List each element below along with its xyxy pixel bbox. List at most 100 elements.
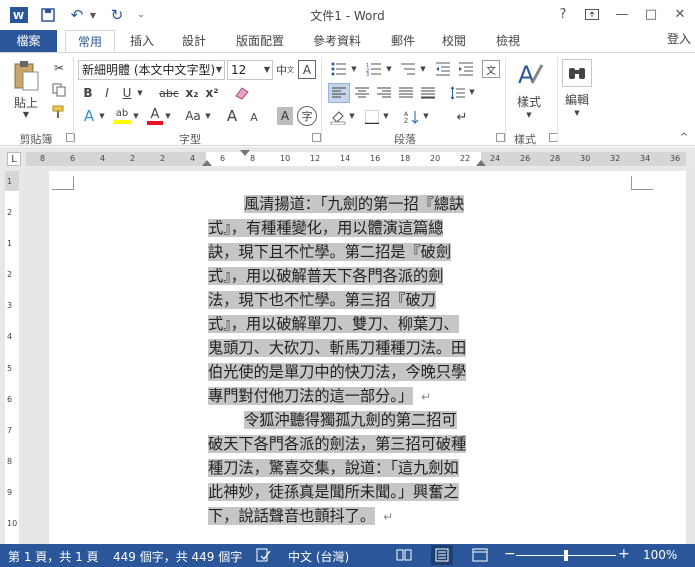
left-indent-marker[interactable]: [202, 160, 212, 166]
right-indent-marker[interactable]: [476, 160, 486, 166]
bullets-icon[interactable]: [329, 60, 349, 78]
format-painter-icon[interactable]: [50, 104, 68, 120]
phonetic-guide-icon[interactable]: 中文: [276, 61, 294, 79]
shrink-font-button[interactable]: A: [247, 109, 261, 125]
borders-icon[interactable]: [362, 107, 382, 127]
underline-dropdown-icon[interactable]: ▼: [136, 87, 144, 99]
superscript-button[interactable]: x²: [204, 84, 220, 102]
tab-design[interactable]: 設計: [172, 30, 216, 52]
align-left-button[interactable]: [328, 83, 350, 103]
tab-home[interactable]: 常用: [65, 30, 115, 54]
align-center-button[interactable]: [352, 83, 372, 103]
sign-in-link[interactable]: 登入: [664, 28, 694, 50]
zoom-slider-thumb[interactable]: [564, 550, 568, 561]
bullets-dropdown-icon[interactable]: ▼: [350, 64, 358, 74]
document-line[interactable]: 此神妙，徒孫真是聞所未聞。」興奮之: [208, 480, 480, 504]
sort-icon[interactable]: AZ: [402, 107, 422, 127]
font-color-button[interactable]: A: [146, 107, 164, 125]
vertical-ruler[interactable]: 1 2 1 2 3 4 5 6 7 8 9 10: [0, 171, 22, 544]
justify-button[interactable]: [396, 83, 416, 103]
proofing-icon[interactable]: [255, 547, 271, 566]
word-count[interactable]: 449 個字，共 449 個字: [113, 548, 242, 565]
multilevel-list-icon[interactable]: [398, 60, 418, 78]
italic-button[interactable]: I: [100, 84, 114, 102]
borders-dropdown-icon[interactable]: ▼: [382, 111, 390, 121]
highlight-dropdown-icon[interactable]: ▼: [132, 111, 140, 121]
copy-icon[interactable]: [50, 82, 68, 98]
paragraph-launcher-icon[interactable]: [496, 133, 505, 142]
document-line[interactable]: 式』，用以破解單刀、雙刀、柳葉刀、: [208, 312, 480, 336]
decrease-indent-icon[interactable]: [433, 60, 453, 78]
show-hide-marks-icon[interactable]: ↵: [452, 107, 472, 127]
tab-mailings[interactable]: 郵件: [381, 30, 425, 52]
shading-icon[interactable]: [328, 107, 348, 127]
paste-label[interactable]: 貼上: [8, 94, 44, 110]
document-line[interactable]: 令狐沖聽得獨孤九劍的第二招可: [208, 408, 480, 432]
horizontal-ruler[interactable]: L 8 6 4 2 2 4 6 8 10 12 14 16 18 20 22 24 26 28 30 32 34 36: [0, 147, 695, 171]
change-case-dropdown-icon[interactable]: ▼: [204, 111, 212, 121]
text-effects-icon[interactable]: A: [80, 107, 98, 125]
font-launcher-icon[interactable]: [312, 133, 321, 142]
cut-icon[interactable]: ✂: [50, 60, 68, 76]
paste-icon[interactable]: [11, 59, 41, 93]
print-layout-icon[interactable]: [431, 545, 453, 565]
shading-dropdown-icon[interactable]: ▼: [348, 111, 356, 121]
web-layout-icon[interactable]: [472, 547, 488, 566]
sort-dropdown-icon[interactable]: ▼: [422, 111, 430, 121]
multilevel-dropdown-icon[interactable]: ▼: [419, 64, 427, 74]
character-border-icon[interactable]: A: [298, 60, 316, 79]
enclose-characters-icon[interactable]: 字: [297, 106, 317, 126]
minimize-button[interactable]: —: [609, 3, 635, 25]
font-size-combobox[interactable]: 12 ▼: [227, 60, 273, 80]
numbering-dropdown-icon[interactable]: ▼: [385, 64, 393, 74]
tab-references[interactable]: 參考資料: [304, 30, 370, 52]
document-line[interactable]: 種刀法，驚喜交集，說道：「這九劍如: [208, 456, 480, 480]
subscript-button[interactable]: x₂: [184, 84, 200, 102]
paste-dropdown-icon[interactable]: ▼: [20, 109, 32, 119]
help-button[interactable]: ?: [550, 3, 576, 25]
document-line[interactable]: 伯光使的是單刀中的快刀法，今晚只學: [208, 360, 480, 384]
text-effects-dropdown-icon[interactable]: ▼: [98, 111, 106, 121]
ribbon-display-options-icon[interactable]: [579, 3, 605, 25]
language-indicator[interactable]: 中文 (台灣): [288, 548, 349, 565]
document-body[interactable]: 風清揚道：「九劍的第一招『總訣 式』，有種種變化，用以體演這篇總 訣，現下且不忙學。…: [208, 192, 480, 528]
font-name-combobox[interactable]: 新細明體 (本文中文字型) ▼: [78, 60, 225, 80]
change-case-button[interactable]: Aa: [180, 107, 206, 125]
document-line[interactable]: 式』，用以破解普天下各門各派的劍: [208, 264, 480, 288]
styles-label[interactable]: 樣式: [511, 93, 547, 109]
chinese-layout-icon[interactable]: 文: [482, 60, 500, 78]
tab-layout[interactable]: 版面配置: [228, 30, 292, 52]
tab-view[interactable]: 檢視: [486, 30, 530, 52]
align-right-button[interactable]: [374, 83, 394, 103]
first-line-indent-marker[interactable]: [240, 150, 250, 156]
editing-label[interactable]: 編輯: [558, 91, 596, 107]
highlight-button[interactable]: ab: [112, 107, 132, 125]
strikethrough-button[interactable]: abc: [158, 84, 180, 102]
numbering-icon[interactable]: 123: [364, 60, 384, 78]
read-mode-icon[interactable]: [396, 547, 412, 566]
tab-file[interactable]: 檔案: [0, 30, 57, 53]
zoom-in-button[interactable]: +: [618, 546, 630, 562]
increase-indent-icon[interactable]: [456, 60, 476, 78]
editing-binoculars-icon[interactable]: [562, 59, 592, 87]
zoom-out-button[interactable]: −: [504, 546, 516, 562]
underline-button[interactable]: U: [118, 84, 136, 102]
bold-button[interactable]: B: [80, 84, 96, 102]
tab-review[interactable]: 校閱: [432, 30, 476, 52]
grow-font-button[interactable]: A: [225, 106, 239, 126]
document-line[interactable]: 鬼頭刀、大砍刀、斬馬刀種種刀法。田: [208, 336, 480, 360]
document-line[interactable]: 法，現下也不忙學。第三招『破刀: [208, 288, 480, 312]
document-line[interactable]: 下，說話聲音也顫抖了。 ↵: [208, 504, 480, 528]
editing-dropdown-icon[interactable]: ▼: [572, 108, 582, 118]
tab-selector-icon[interactable]: L: [7, 152, 21, 166]
close-button[interactable]: ✕: [667, 3, 693, 25]
collapse-ribbon-icon[interactable]: ^: [678, 131, 690, 143]
distributed-button[interactable]: [418, 83, 438, 103]
line-spacing-icon[interactable]: [446, 83, 468, 103]
line-spacing-dropdown-icon[interactable]: ▼: [468, 87, 476, 97]
document-line[interactable]: 式』，有種種變化，用以體演這篇總: [208, 216, 480, 240]
font-color-dropdown-icon[interactable]: ▼: [164, 111, 172, 121]
styles-icon[interactable]: A: [512, 59, 546, 89]
tab-insert[interactable]: 插入: [120, 30, 164, 52]
restore-button[interactable]: □: [638, 3, 664, 25]
